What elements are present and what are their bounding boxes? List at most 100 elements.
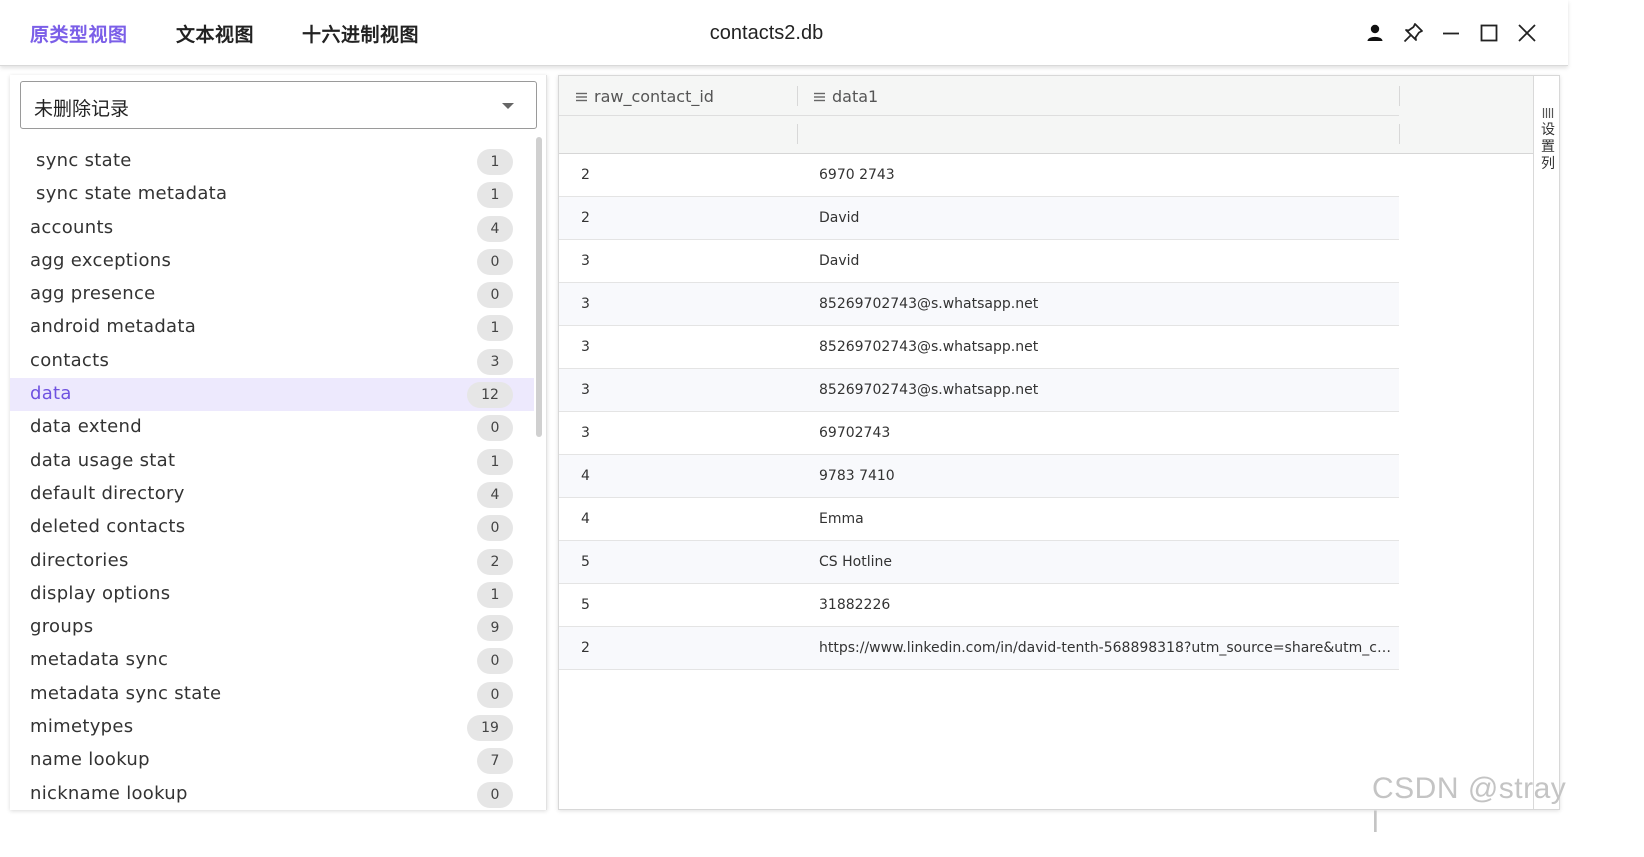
cell-raw-contact-id: 3 bbox=[581, 253, 590, 269]
row-count-badge: 4 bbox=[477, 215, 513, 242]
title-bar: 原类型视图 文本视图 十六进制视图 contacts2.db bbox=[0, 0, 1568, 66]
grid-header: raw_contact_id data1 bbox=[559, 76, 1533, 154]
columns-icon bbox=[1542, 108, 1554, 118]
table-item-mimetypes[interactable]: mimetypes 19 bbox=[10, 711, 534, 744]
row-count-badge: 7 bbox=[477, 748, 513, 775]
table-item-label: sync state metadata bbox=[30, 183, 228, 205]
table-row[interactable]: 3 85269702743@s.whatsapp.net bbox=[559, 369, 1399, 412]
minimize-icon[interactable] bbox=[1438, 20, 1464, 46]
table-item-display-options[interactable]: display options 1 bbox=[10, 578, 534, 611]
table-item-directories[interactable]: directories 2 bbox=[10, 545, 534, 578]
cell-data1: David bbox=[819, 253, 860, 269]
table-row[interactable]: 4 Emma bbox=[559, 498, 1399, 541]
table-row[interactable]: 3 85269702743@s.whatsapp.net bbox=[559, 326, 1399, 369]
row-count-badge: 3 bbox=[477, 348, 513, 375]
row-count-badge: 0 bbox=[477, 515, 513, 542]
close-icon[interactable] bbox=[1514, 20, 1540, 46]
filter-cell-data1[interactable] bbox=[798, 120, 1399, 146]
row-count-badge: 1 bbox=[477, 315, 513, 342]
table-row[interactable]: 2 https://www.linkedin.com/in/david-tent… bbox=[559, 627, 1399, 670]
table-row[interactable]: 3 69702743 bbox=[559, 412, 1399, 455]
cell-data1: Emma bbox=[819, 511, 864, 527]
table-row[interactable]: 3 David bbox=[559, 240, 1399, 283]
table-item-label: data bbox=[30, 383, 72, 405]
grid-body: 2 6970 2743 2 David 3 David 3 8526970274… bbox=[559, 154, 1399, 670]
table-item-label: name lookup bbox=[30, 749, 150, 771]
table-item-name-lookup[interactable]: name lookup 7 bbox=[10, 744, 534, 777]
table-item-agg-presence[interactable]: agg presence 0 bbox=[10, 278, 534, 311]
cell-raw-contact-id: 5 bbox=[581, 597, 590, 613]
cell-raw-contact-id: 3 bbox=[581, 425, 590, 441]
table-item-metadata-sync[interactable]: metadata sync 0 bbox=[10, 644, 534, 677]
row-count-badge: 0 bbox=[477, 648, 513, 675]
row-count-badge: 9 bbox=[477, 615, 513, 642]
table-item-sync-state[interactable]: sync state 1 bbox=[10, 145, 534, 178]
row-count-badge: 1 bbox=[477, 182, 513, 209]
column-divider[interactable] bbox=[1399, 86, 1400, 106]
table-item-nickname-lookup[interactable]: nickname lookup 0 bbox=[10, 778, 534, 810]
row-count-badge: 4 bbox=[477, 481, 513, 508]
table-row[interactable]: 2 6970 2743 bbox=[559, 154, 1399, 197]
table-row[interactable]: 5 CS Hotline bbox=[559, 541, 1399, 584]
cell-data1: 69702743 bbox=[819, 425, 891, 441]
column-settings-label: 设置列 bbox=[1541, 122, 1555, 172]
table-row[interactable]: 3 85269702743@s.whatsapp.net bbox=[559, 283, 1399, 326]
table-item-android-metadata[interactable]: android metadata 1 bbox=[10, 311, 534, 344]
table-row[interactable]: 5 31882226 bbox=[559, 584, 1399, 627]
table-item-groups[interactable]: groups 9 bbox=[10, 611, 534, 644]
app-window: 原类型视图 文本视图 十六进制视图 contacts2.db 未删除记录 syn… bbox=[0, 0, 1568, 839]
table-item-label: metadata sync state bbox=[30, 682, 222, 704]
cell-raw-contact-id: 4 bbox=[581, 511, 590, 527]
table-item-contacts[interactable]: contacts 3 bbox=[10, 345, 534, 378]
table-item-label: default directory bbox=[30, 482, 185, 504]
table-item-label: sync state bbox=[30, 150, 132, 171]
table-item-label: contacts bbox=[30, 349, 110, 371]
maximize-icon[interactable] bbox=[1476, 20, 1502, 46]
table-item-default-directory[interactable]: default directory 4 bbox=[10, 478, 534, 511]
table-item-accounts[interactable]: accounts 4 bbox=[10, 212, 534, 245]
table-item-metadata-sync-state[interactable]: metadata sync state 0 bbox=[10, 678, 534, 711]
cell-raw-contact-id: 2 bbox=[581, 210, 590, 226]
column-menu-icon[interactable] bbox=[813, 91, 826, 103]
record-filter-select[interactable]: 未删除记录 bbox=[20, 81, 537, 129]
header-divider bbox=[559, 115, 1399, 116]
table-item-label: agg presence bbox=[30, 283, 156, 305]
user-icon[interactable] bbox=[1362, 20, 1388, 46]
cell-raw-contact-id: 3 bbox=[581, 382, 590, 398]
table-item-agg-exceptions[interactable]: agg exceptions 0 bbox=[10, 245, 534, 278]
pin-icon[interactable] bbox=[1400, 20, 1426, 46]
cell-data1: https://www.linkedin.com/in/david-tenth-… bbox=[819, 640, 1391, 656]
table-item-data-usage-stat[interactable]: data usage stat 1 bbox=[10, 445, 534, 478]
row-count-badge: 1 bbox=[477, 448, 513, 475]
table-item-label: groups bbox=[30, 616, 94, 638]
column-header-raw-contact-id[interactable]: raw_contact_id bbox=[575, 86, 714, 112]
column-menu-icon[interactable] bbox=[575, 91, 588, 103]
filter-cell-raw-contact-id[interactable] bbox=[559, 120, 797, 146]
column-header-data1[interactable]: data1 bbox=[813, 86, 878, 112]
table-item-label: android metadata bbox=[30, 316, 197, 338]
cell-raw-contact-id: 5 bbox=[581, 554, 590, 570]
column-settings-button[interactable]: 设置列 bbox=[1539, 108, 1557, 173]
table-item-sync-state-metadata[interactable]: sync state metadata 1 bbox=[10, 178, 534, 211]
column-divider bbox=[797, 124, 798, 144]
column-divider[interactable] bbox=[797, 86, 798, 106]
table-list: sync state 1 sync state metadata 1 accou… bbox=[10, 145, 534, 810]
table-list-scrollbar[interactable] bbox=[536, 137, 542, 437]
cell-data1: 85269702743@s.whatsapp.net bbox=[819, 296, 1039, 312]
table-row[interactable]: 4 9783 7410 bbox=[559, 455, 1399, 498]
table-row[interactable]: 2 David bbox=[559, 197, 1399, 240]
table-list-panel: 未删除记录 sync state 1 sync state metadata 1… bbox=[10, 75, 547, 810]
row-count-badge: 19 bbox=[467, 715, 513, 742]
table-item-label: agg exceptions bbox=[30, 249, 172, 271]
cell-data1: David bbox=[819, 210, 860, 226]
window-title: contacts2.db bbox=[709, 22, 824, 44]
table-item-deleted-contacts[interactable]: deleted contacts 0 bbox=[10, 511, 534, 544]
cell-raw-contact-id: 4 bbox=[581, 468, 590, 484]
table-item-data[interactable]: data 12 bbox=[10, 378, 534, 412]
row-count-badge: 0 bbox=[477, 248, 513, 275]
column-header-label: raw_contact_id bbox=[594, 87, 714, 106]
table-item-data-extend[interactable]: data extend 0 bbox=[10, 411, 534, 444]
cell-data1: 31882226 bbox=[819, 597, 891, 613]
table-item-label: nickname lookup bbox=[30, 782, 188, 804]
cell-data1: 85269702743@s.whatsapp.net bbox=[819, 382, 1039, 398]
